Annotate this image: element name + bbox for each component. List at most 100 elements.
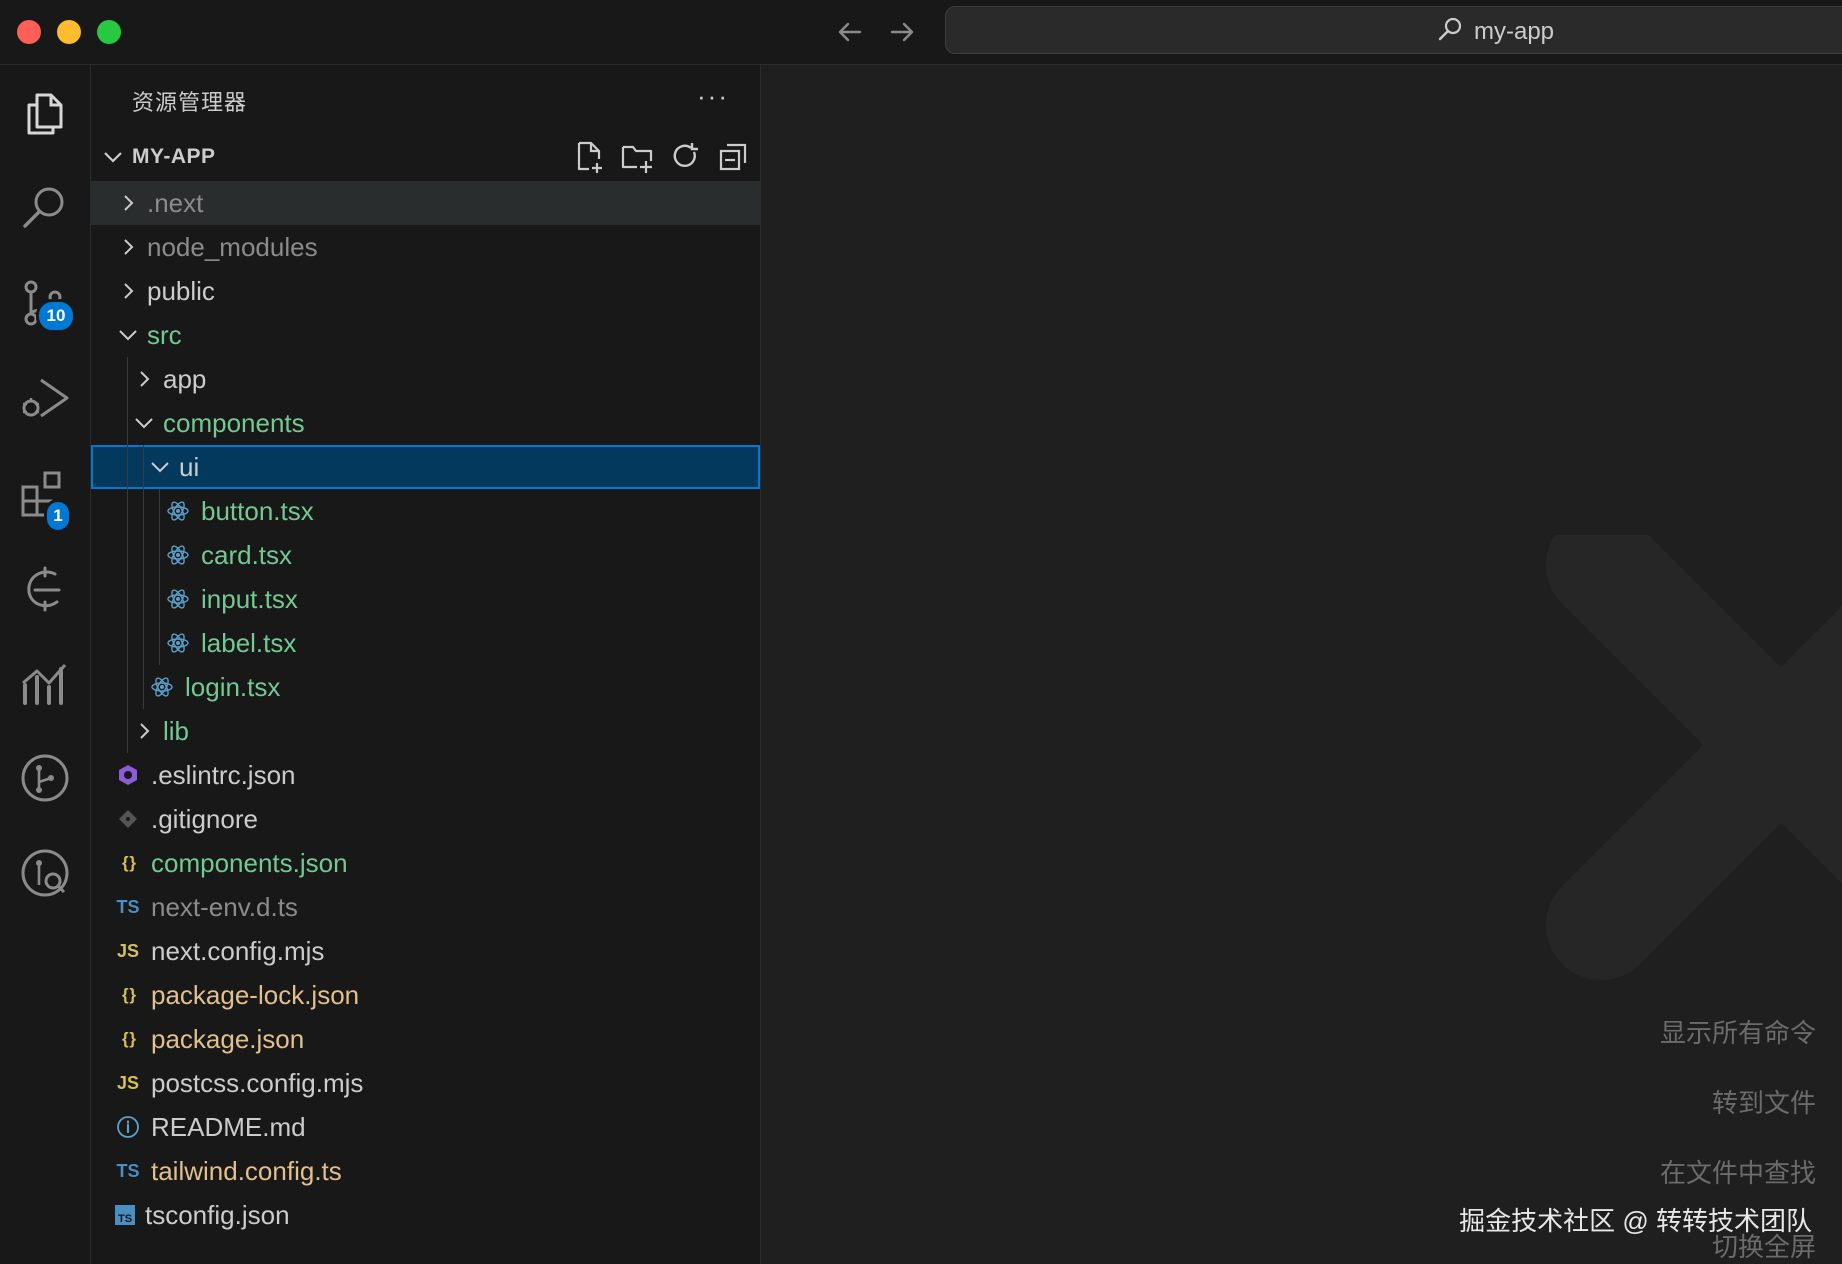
search-icon[interactable] bbox=[17, 180, 73, 236]
remote-explorer-icon[interactable] bbox=[17, 560, 73, 616]
refresh-icon[interactable] bbox=[667, 139, 703, 175]
git-graph-icon[interactable] bbox=[17, 750, 73, 806]
tree-folder[interactable]: public bbox=[91, 269, 760, 313]
tree-item-label: ui bbox=[179, 451, 200, 482]
chevron-right-icon bbox=[117, 236, 139, 258]
react-icon bbox=[165, 630, 191, 656]
editor-area: 显示所有命令 转到文件 在文件中查找 切换全屏 掘金技术社区 @ 转转技术团队 bbox=[761, 65, 1842, 1264]
tree-file[interactable]: { }package-lock.jsonM bbox=[91, 973, 810, 1017]
eslint-icon bbox=[115, 762, 141, 788]
tree-item-label: node_modules bbox=[147, 231, 318, 262]
chevron-right-icon bbox=[133, 368, 155, 390]
indent-guide bbox=[127, 621, 128, 665]
indent-guide bbox=[127, 577, 128, 621]
indent-guide bbox=[143, 489, 144, 533]
tree-file[interactable]: TS tsconfig.json bbox=[91, 1193, 760, 1237]
tree-item-label: app bbox=[163, 363, 207, 394]
back-arrow-icon[interactable] bbox=[830, 12, 870, 52]
command-center-search[interactable]: my-app bbox=[945, 6, 1842, 54]
git-icon bbox=[115, 806, 141, 832]
vscode-logo-watermark-icon bbox=[1546, 535, 1842, 980]
tree-file[interactable]: README.md bbox=[91, 1105, 760, 1149]
tree-item-label: .next bbox=[147, 187, 204, 218]
react-icon bbox=[165, 586, 191, 612]
hint-go-to-file: 转到文件 bbox=[1711, 1088, 1816, 1118]
tree-file[interactable]: { }components.jsonU bbox=[91, 841, 808, 885]
run-debug-icon[interactable] bbox=[17, 370, 73, 426]
indent-guide bbox=[127, 709, 128, 753]
indent-guide bbox=[127, 489, 128, 533]
react-icon bbox=[165, 498, 191, 524]
tree-file[interactable]: card.tsxU bbox=[91, 533, 808, 577]
tree-file[interactable]: JS postcss.config.mjs bbox=[91, 1061, 760, 1105]
indent-guide bbox=[143, 621, 144, 665]
title-bar: my-app bbox=[0, 0, 1842, 65]
analytics-icon[interactable] bbox=[17, 655, 73, 711]
json-icon: { } bbox=[122, 853, 136, 872]
indent-guide bbox=[143, 445, 144, 489]
tree-item-label: src bbox=[147, 319, 182, 350]
extensions-icon[interactable]: 1 bbox=[17, 465, 73, 533]
search-icon bbox=[1436, 15, 1464, 48]
tree-file[interactable]: label.tsxU bbox=[91, 621, 808, 665]
tree-folder[interactable]: app bbox=[91, 357, 760, 401]
chevron-right-icon bbox=[117, 192, 139, 214]
tree-folder[interactable]: components bbox=[91, 401, 813, 445]
json-icon: { } bbox=[122, 985, 136, 1004]
close-window-button[interactable] bbox=[17, 20, 41, 44]
react-icon bbox=[149, 674, 175, 700]
tree-folder[interactable]: node_modules bbox=[91, 225, 760, 269]
minimize-window-button[interactable] bbox=[57, 20, 81, 44]
tree-folder[interactable]: src bbox=[91, 313, 813, 357]
tree-file[interactable]: JS next.config.mjs bbox=[91, 929, 760, 973]
tree-file[interactable]: TStailwind.config.tsM bbox=[91, 1149, 810, 1193]
chevron-right-icon bbox=[117, 280, 139, 302]
chevron-right-icon bbox=[133, 720, 155, 742]
tree-item-label: input.tsx bbox=[201, 583, 298, 614]
section-header[interactable]: MY-APP bbox=[91, 137, 760, 177]
search-text: my-app bbox=[1474, 17, 1555, 45]
new-file-icon[interactable] bbox=[571, 139, 607, 175]
hint-find-in-files: 在文件中查找 bbox=[1659, 1158, 1816, 1188]
indent-guide bbox=[159, 533, 160, 577]
more-actions-icon[interactable]: ··· bbox=[697, 81, 729, 112]
explorer-icon[interactable] bbox=[17, 85, 73, 141]
tree-file[interactable]: button.tsxU bbox=[91, 489, 808, 533]
tsconfig-icon: TS bbox=[115, 1205, 135, 1225]
tree-item-label: login.tsx bbox=[185, 671, 281, 702]
chevron-down-icon bbox=[101, 145, 125, 174]
tree-item-label: label.tsx bbox=[201, 627, 297, 658]
json-icon: { } bbox=[122, 1029, 136, 1048]
credit-text: 掘金技术社区 @ 转转技术团队 bbox=[1459, 1206, 1812, 1236]
tree-item-label: tsconfig.json bbox=[145, 1199, 290, 1230]
forward-arrow-icon[interactable] bbox=[882, 12, 922, 52]
tree-item-label: card.tsx bbox=[201, 539, 293, 570]
tree-item-label: lib bbox=[163, 715, 190, 746]
chevron-down-icon bbox=[149, 456, 171, 478]
tree-item-label: package-lock.json bbox=[151, 979, 360, 1010]
indent-guide bbox=[143, 577, 144, 621]
tree-folder[interactable]: lib bbox=[91, 709, 813, 753]
tree-folder[interactable]: ui bbox=[91, 445, 813, 489]
tree-file[interactable]: login.tsxU bbox=[91, 665, 808, 709]
tree-item-label: .eslintrc.json bbox=[151, 759, 296, 790]
tree-item-label: public bbox=[147, 275, 215, 306]
tree-item-label: next.config.mjs bbox=[151, 935, 325, 966]
source-control-icon[interactable]: 10 bbox=[17, 275, 76, 333]
indent-guide bbox=[159, 577, 160, 621]
tree-folder[interactable]: .next bbox=[91, 181, 760, 225]
maximize-window-button[interactable] bbox=[97, 20, 121, 44]
tree-file[interactable]: { }package.jsonM bbox=[91, 1017, 810, 1061]
gitlens-inspect-icon[interactable] bbox=[17, 845, 73, 901]
tree-file[interactable]: input.tsxU bbox=[91, 577, 808, 621]
new-folder-icon[interactable] bbox=[619, 139, 655, 175]
collapse-all-icon[interactable] bbox=[715, 139, 751, 175]
tree-item-label: components bbox=[163, 407, 305, 438]
indent-guide bbox=[127, 357, 128, 401]
source-control-badge: 10 bbox=[36, 299, 76, 333]
tree-file[interactable]: TS next-env.d.ts bbox=[91, 885, 760, 929]
tree-file[interactable]: .gitignore bbox=[91, 797, 760, 841]
tree-file[interactable]: .eslintrc.json bbox=[91, 753, 760, 797]
indent-guide bbox=[143, 533, 144, 577]
hint-show-all-commands: 显示所有命令 bbox=[1659, 1018, 1816, 1048]
